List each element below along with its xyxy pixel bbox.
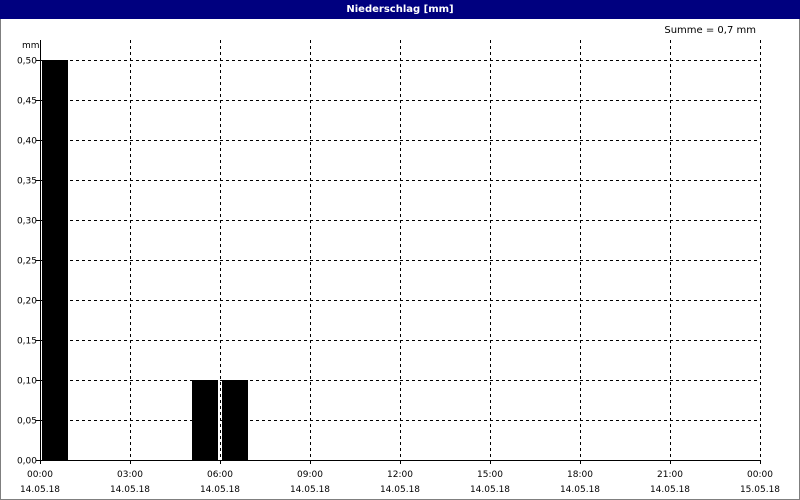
y-tick-label: 0,20	[17, 297, 37, 307]
x-tick-date-label: 14.05.18	[470, 485, 510, 495]
x-tick-date-label: 15.05.18	[740, 485, 780, 495]
x-tick-time-label: 09:00	[297, 470, 323, 480]
bar	[222, 380, 248, 460]
y-tick-label: 0,30	[17, 217, 37, 227]
y-tick-label: 0,25	[17, 257, 37, 267]
y-tick-label: 0,45	[17, 97, 37, 107]
y-tick-labels: 0,00 0,05 0,10 0,15 0,20 0,25 0,30 0,35 0,40 0,45…	[17, 57, 40, 467]
x-tick-date-label: 14.05.18	[650, 485, 690, 495]
x-tick-time-label: 12:00	[387, 470, 413, 480]
y-tick-label: 0,35	[17, 177, 37, 187]
y-tick-label: 0,15	[17, 337, 37, 347]
x-tick-time-label: 00:00	[747, 470, 773, 480]
y-tick-label: 0,50	[17, 57, 37, 67]
x-tick-time-label: 15:00	[477, 470, 503, 480]
y-tick-label: 0,05	[17, 417, 37, 427]
x-tick-time-label: 06:00	[207, 470, 233, 480]
bar	[42, 60, 68, 460]
x-tick-time-label: 21:00	[657, 470, 683, 480]
y-tick-label: 0,00	[17, 457, 37, 467]
y-tick-label: 0,40	[17, 137, 37, 147]
y-tick-label: 0,10	[17, 377, 37, 387]
bar	[192, 380, 218, 460]
x-tick-date-label: 14.05.18	[560, 485, 600, 495]
x-tick-date-label: 14.05.18	[110, 485, 150, 495]
x-tick-date-label: 14.05.18	[200, 485, 240, 495]
x-tick-time-label: 00:00	[27, 470, 53, 480]
x-tick-time-label: 18:00	[567, 470, 593, 480]
x-tick-date-label: 14.05.18	[290, 485, 330, 495]
x-tick-labels: 00:00 14.05.18 03:00 14.05.18 06:00 14.05.18 0…	[20, 460, 780, 495]
chart-plot: mm 0,000,050,100,150,200,250,300,350,400…	[17, 40, 780, 495]
x-tick-date-label: 14.05.18	[20, 485, 60, 495]
x-tick-date-label: 14.05.18	[380, 485, 420, 495]
grid-layer	[40, 40, 761, 460]
x-tick-time-label: 03:00	[117, 470, 143, 480]
y-axis-unit: mm	[22, 41, 40, 51]
